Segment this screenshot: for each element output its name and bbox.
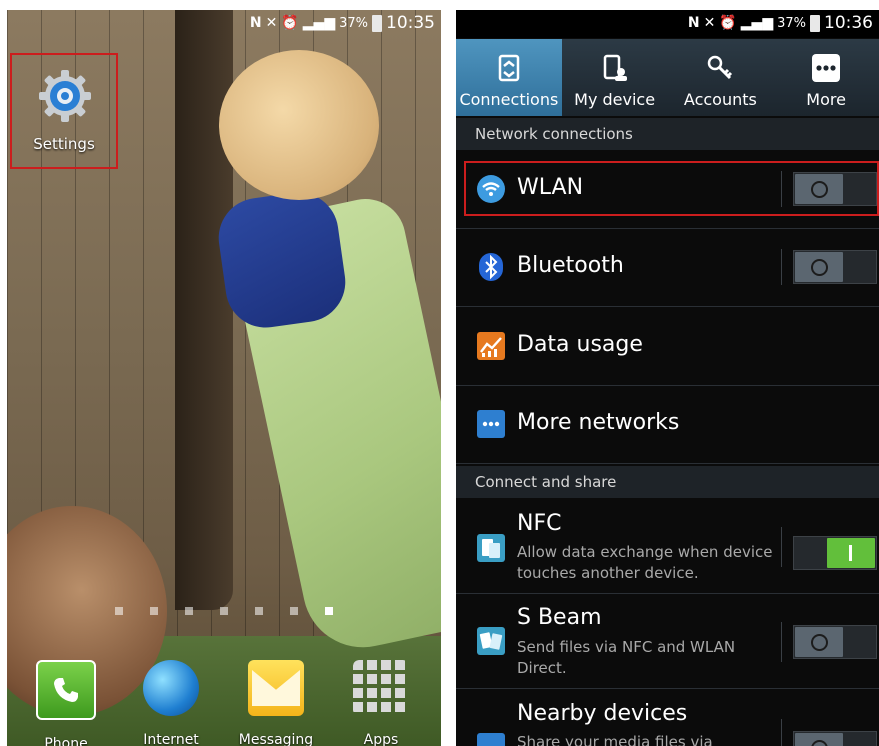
- signal-icon: ▂▄▆: [740, 15, 774, 31]
- nfc-status-icon: N: [687, 15, 700, 31]
- s-beam-toggle[interactable]: [793, 625, 877, 659]
- more-icon: [812, 54, 841, 82]
- tab-label: My device: [574, 90, 656, 109]
- battery-icon: [372, 14, 382, 32]
- bluetooth-toggle[interactable]: [793, 250, 877, 284]
- signal-icon: ▂▄▆: [302, 15, 336, 31]
- data-usage-label: Data usage: [517, 332, 643, 357]
- status-time: 10:36: [824, 13, 873, 33]
- globe-icon: [143, 660, 199, 716]
- internet-app[interactable]: Internet: [131, 660, 211, 746]
- s-beam-description: Send files via NFC and WLAN Direct.: [517, 638, 736, 677]
- apps-button[interactable]: Apps: [341, 660, 421, 746]
- dock: Phone Internet Messaging Apps: [7, 660, 441, 746]
- s-beam-title: S Beam: [517, 605, 602, 630]
- tab-connections[interactable]: Connections: [456, 39, 562, 116]
- nfc-title: NFC: [517, 511, 562, 536]
- more-networks-label: More networks: [517, 410, 680, 435]
- bluetooth-row[interactable]: Bluetooth: [456, 229, 879, 307]
- phone-app[interactable]: Phone: [26, 660, 106, 746]
- battery-percent: 37%: [777, 15, 806, 31]
- envelope-icon: [248, 660, 304, 716]
- nfc-description: Allow data exchange when device touches …: [517, 543, 773, 582]
- more-networks-icon: [477, 410, 505, 438]
- nfc-status-icon: N: [249, 15, 262, 31]
- nearby-devices-description: Share your media files via: [517, 733, 713, 746]
- tab-label: Connections: [459, 90, 559, 109]
- gear-icon: [39, 70, 91, 122]
- mute-icon: ✕: [703, 15, 716, 31]
- tab-accounts[interactable]: Accounts: [668, 39, 774, 116]
- home-screen: N ✕ ⏰ ▂▄▆ 37% 10:35 Settings Phone Inter…: [7, 10, 441, 746]
- phone-icon: [36, 660, 96, 720]
- status-time: 10:35: [386, 13, 435, 33]
- battery-icon: [810, 14, 820, 32]
- page-dot[interactable]: [220, 607, 228, 615]
- nfc-row[interactable]: NFC Allow data exchange when device touc…: [456, 499, 879, 594]
- accounts-icon: [708, 55, 733, 80]
- settings-screen: N ✕ ⏰ ▂▄▆ 37% 10:36 Connections My devic…: [456, 10, 879, 746]
- nearby-devices-toggle[interactable]: [793, 731, 877, 746]
- status-bar: N ✕ ⏰ ▂▄▆ 37% 10:36: [456, 10, 879, 38]
- section-connect-and-share: Connect and share: [456, 466, 879, 498]
- phone-label: Phone: [44, 736, 88, 746]
- tab-label: More: [806, 90, 846, 109]
- alarm-icon: ⏰: [281, 15, 299, 31]
- page-dot[interactable]: [115, 607, 123, 615]
- my-device-icon: [603, 54, 627, 81]
- apps-label: Apps: [363, 732, 399, 746]
- page-dot-active[interactable]: [325, 607, 333, 615]
- messaging-app[interactable]: Messaging: [236, 660, 316, 746]
- messaging-label: Messaging: [238, 732, 314, 746]
- settings-tabs: Connections My device Accounts More: [456, 39, 879, 116]
- internet-label: Internet: [143, 732, 199, 746]
- status-bar: N ✕ ⏰ ▂▄▆ 37% 10:35: [7, 10, 441, 38]
- nfc-toggle[interactable]: [793, 536, 877, 570]
- tab-label: Accounts: [683, 90, 757, 109]
- bluetooth-label: Bluetooth: [517, 253, 624, 278]
- settings-app-label: Settings: [33, 135, 95, 153]
- nearby-devices-title: Nearby devices: [517, 701, 688, 726]
- nearby-devices-row[interactable]: Nearby devices Share your media files vi…: [456, 689, 879, 746]
- data-usage-row[interactable]: Data usage: [456, 307, 879, 386]
- page-dot[interactable]: [290, 607, 298, 615]
- alarm-icon: ⏰: [719, 15, 737, 31]
- page-dot[interactable]: [150, 607, 158, 615]
- page-dot[interactable]: [255, 607, 263, 615]
- data-usage-icon: [477, 332, 505, 360]
- tab-my-device[interactable]: My device: [562, 39, 668, 116]
- mute-icon: ✕: [265, 15, 278, 31]
- page-dot[interactable]: [185, 607, 193, 615]
- nfc-icon: [477, 534, 505, 562]
- more-networks-row[interactable]: More networks: [456, 386, 879, 464]
- battery-percent: 37%: [339, 15, 368, 31]
- settings-app-icon[interactable]: Settings: [10, 53, 118, 169]
- wlan-highlight: [464, 161, 879, 216]
- page-indicator: [115, 607, 333, 615]
- s-beam-icon: [477, 627, 505, 655]
- section-network-connections: Network connections: [456, 118, 879, 150]
- nearby-devices-icon: [477, 733, 505, 746]
- connections-icon: [498, 54, 520, 82]
- bluetooth-icon: [477, 253, 505, 281]
- tab-more[interactable]: More: [773, 39, 879, 116]
- apps-grid-icon: [353, 660, 409, 716]
- s-beam-row[interactable]: S Beam Send files via NFC and WLAN Direc…: [456, 594, 879, 689]
